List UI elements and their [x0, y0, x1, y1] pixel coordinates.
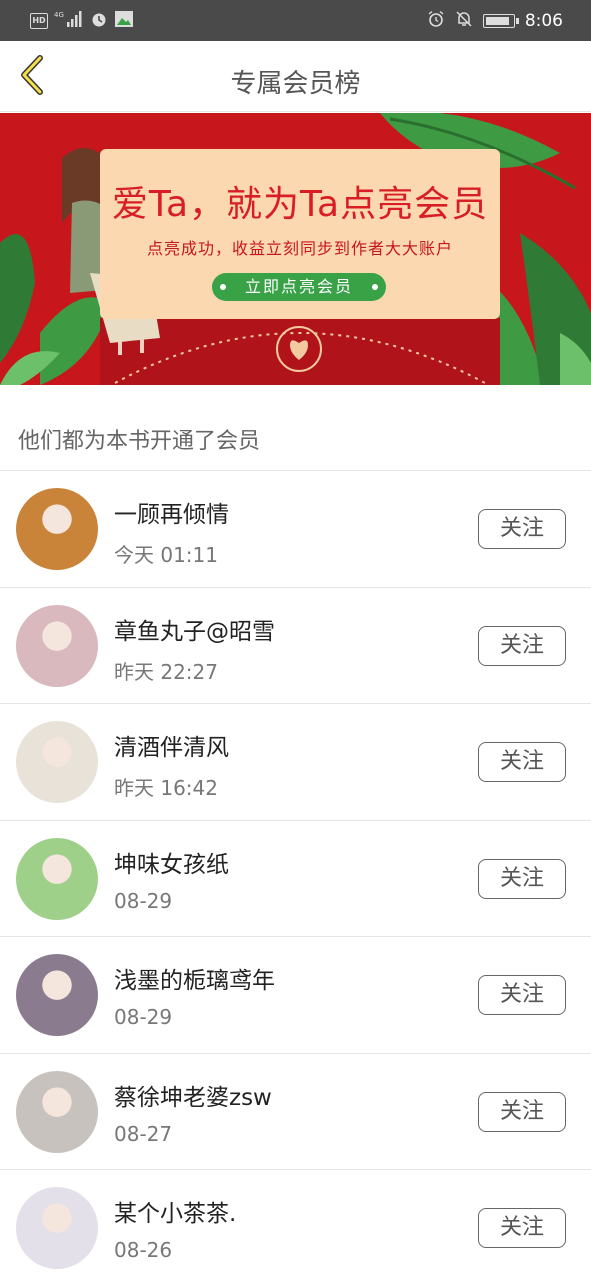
banner-headline: 爱Ta，就为Ta点亮会员 [111, 184, 489, 225]
member-name[interactable]: 一顾再倾情 [114, 495, 229, 529]
follow-button[interactable]: 关注 [478, 858, 566, 899]
list-item[interactable]: 蔡徐坤老婆zsw 08-27 关注 [0, 1054, 591, 1170]
member-time: 08-27 [114, 1121, 173, 1146]
alarm-icon [427, 10, 445, 32]
page-title: 专属会员榜 [230, 69, 361, 99]
list-item[interactable]: 章鱼丸子@昭雪 昨天 22:27 关注 [0, 588, 591, 704]
follow-button[interactable]: 关注 [478, 509, 566, 549]
follow-button[interactable]: 关注 [478, 1208, 566, 1248]
avatar[interactable] [16, 488, 98, 570]
battery-level [485, 17, 509, 25]
member-time: 今天 01:11 [114, 543, 218, 567]
avatar[interactable] [16, 721, 98, 803]
list-item[interactable]: 某个小茶茶. 08-26 关注 [0, 1170, 591, 1280]
title-bar: 专属会员榜 [0, 41, 591, 112]
light-up-member-button[interactable]: 立即点亮会员 [212, 273, 386, 301]
follow-button[interactable]: 关注 [478, 1091, 566, 1132]
follow-button[interactable]: 关注 [478, 625, 566, 666]
status-left-icons: HD 4G [30, 10, 134, 32]
mute-icon [455, 10, 473, 32]
section-title: 他们都为本书开通了会员 [18, 429, 261, 454]
follow-button[interactable]: 关注 [478, 742, 566, 782]
avatar[interactable] [16, 1070, 98, 1153]
list-item[interactable]: 浅墨的栀璃鸢年 08-29 关注 [0, 937, 591, 1054]
member-name[interactable]: 清酒伴清风 [114, 728, 229, 762]
list-item[interactable]: 一顾再倾情 今天 01:11 关注 [0, 471, 591, 588]
follow-button[interactable]: 关注 [478, 975, 566, 1015]
member-name[interactable]: 蔡徐坤老婆zsw [114, 1078, 272, 1112]
member-name[interactable]: 坤味女孩纸 [114, 845, 229, 879]
avatar[interactable] [16, 604, 98, 687]
member-list: 一顾再倾情 今天 01:11 关注 章鱼丸子@昭雪 昨天 22:27 关注 清酒… [0, 471, 591, 1280]
status-right-icons: 8:06 [427, 10, 563, 32]
network-label: 4G [54, 11, 64, 19]
battery-icon [482, 14, 519, 28]
promo-banner[interactable]: 爱Ta，就为Ta点亮会员 点亮成功，收益立刻同步到作者大大账户 立即点亮会员 [0, 113, 591, 385]
4g-signal-icon: 4G [54, 10, 84, 32]
list-item[interactable]: 坤味女孩纸 08-29 关注 [0, 821, 591, 937]
status-time: 8:06 [524, 11, 563, 31]
list-item[interactable]: 清酒伴清风 昨天 16:42 关注 [0, 704, 591, 821]
banner-subtitle: 点亮成功，收益立刻同步到作者大大账户 [146, 239, 453, 258]
alarm-icon [90, 10, 108, 32]
member-time: 08-29 [114, 1005, 173, 1029]
member-time: 08-29 [114, 888, 173, 913]
avatar[interactable] [16, 954, 98, 1036]
avatar[interactable] [16, 837, 98, 920]
status-bar: HD 4G 8:06 [0, 0, 591, 41]
section-header: 他们都为本书开通了会员 [0, 385, 591, 471]
member-name[interactable]: 某个小茶茶. [114, 1194, 236, 1228]
member-name[interactable]: 章鱼丸子@昭雪 [114, 612, 275, 646]
member-time: 08-26 [114, 1238, 173, 1262]
avatar[interactable] [16, 1187, 98, 1269]
member-time: 昨天 22:27 [114, 659, 218, 684]
member-time: 昨天 16:42 [114, 776, 218, 800]
member-name[interactable]: 浅墨的栀璃鸢年 [114, 961, 275, 995]
hd-icon: HD [30, 13, 48, 29]
image-icon [114, 10, 134, 32]
